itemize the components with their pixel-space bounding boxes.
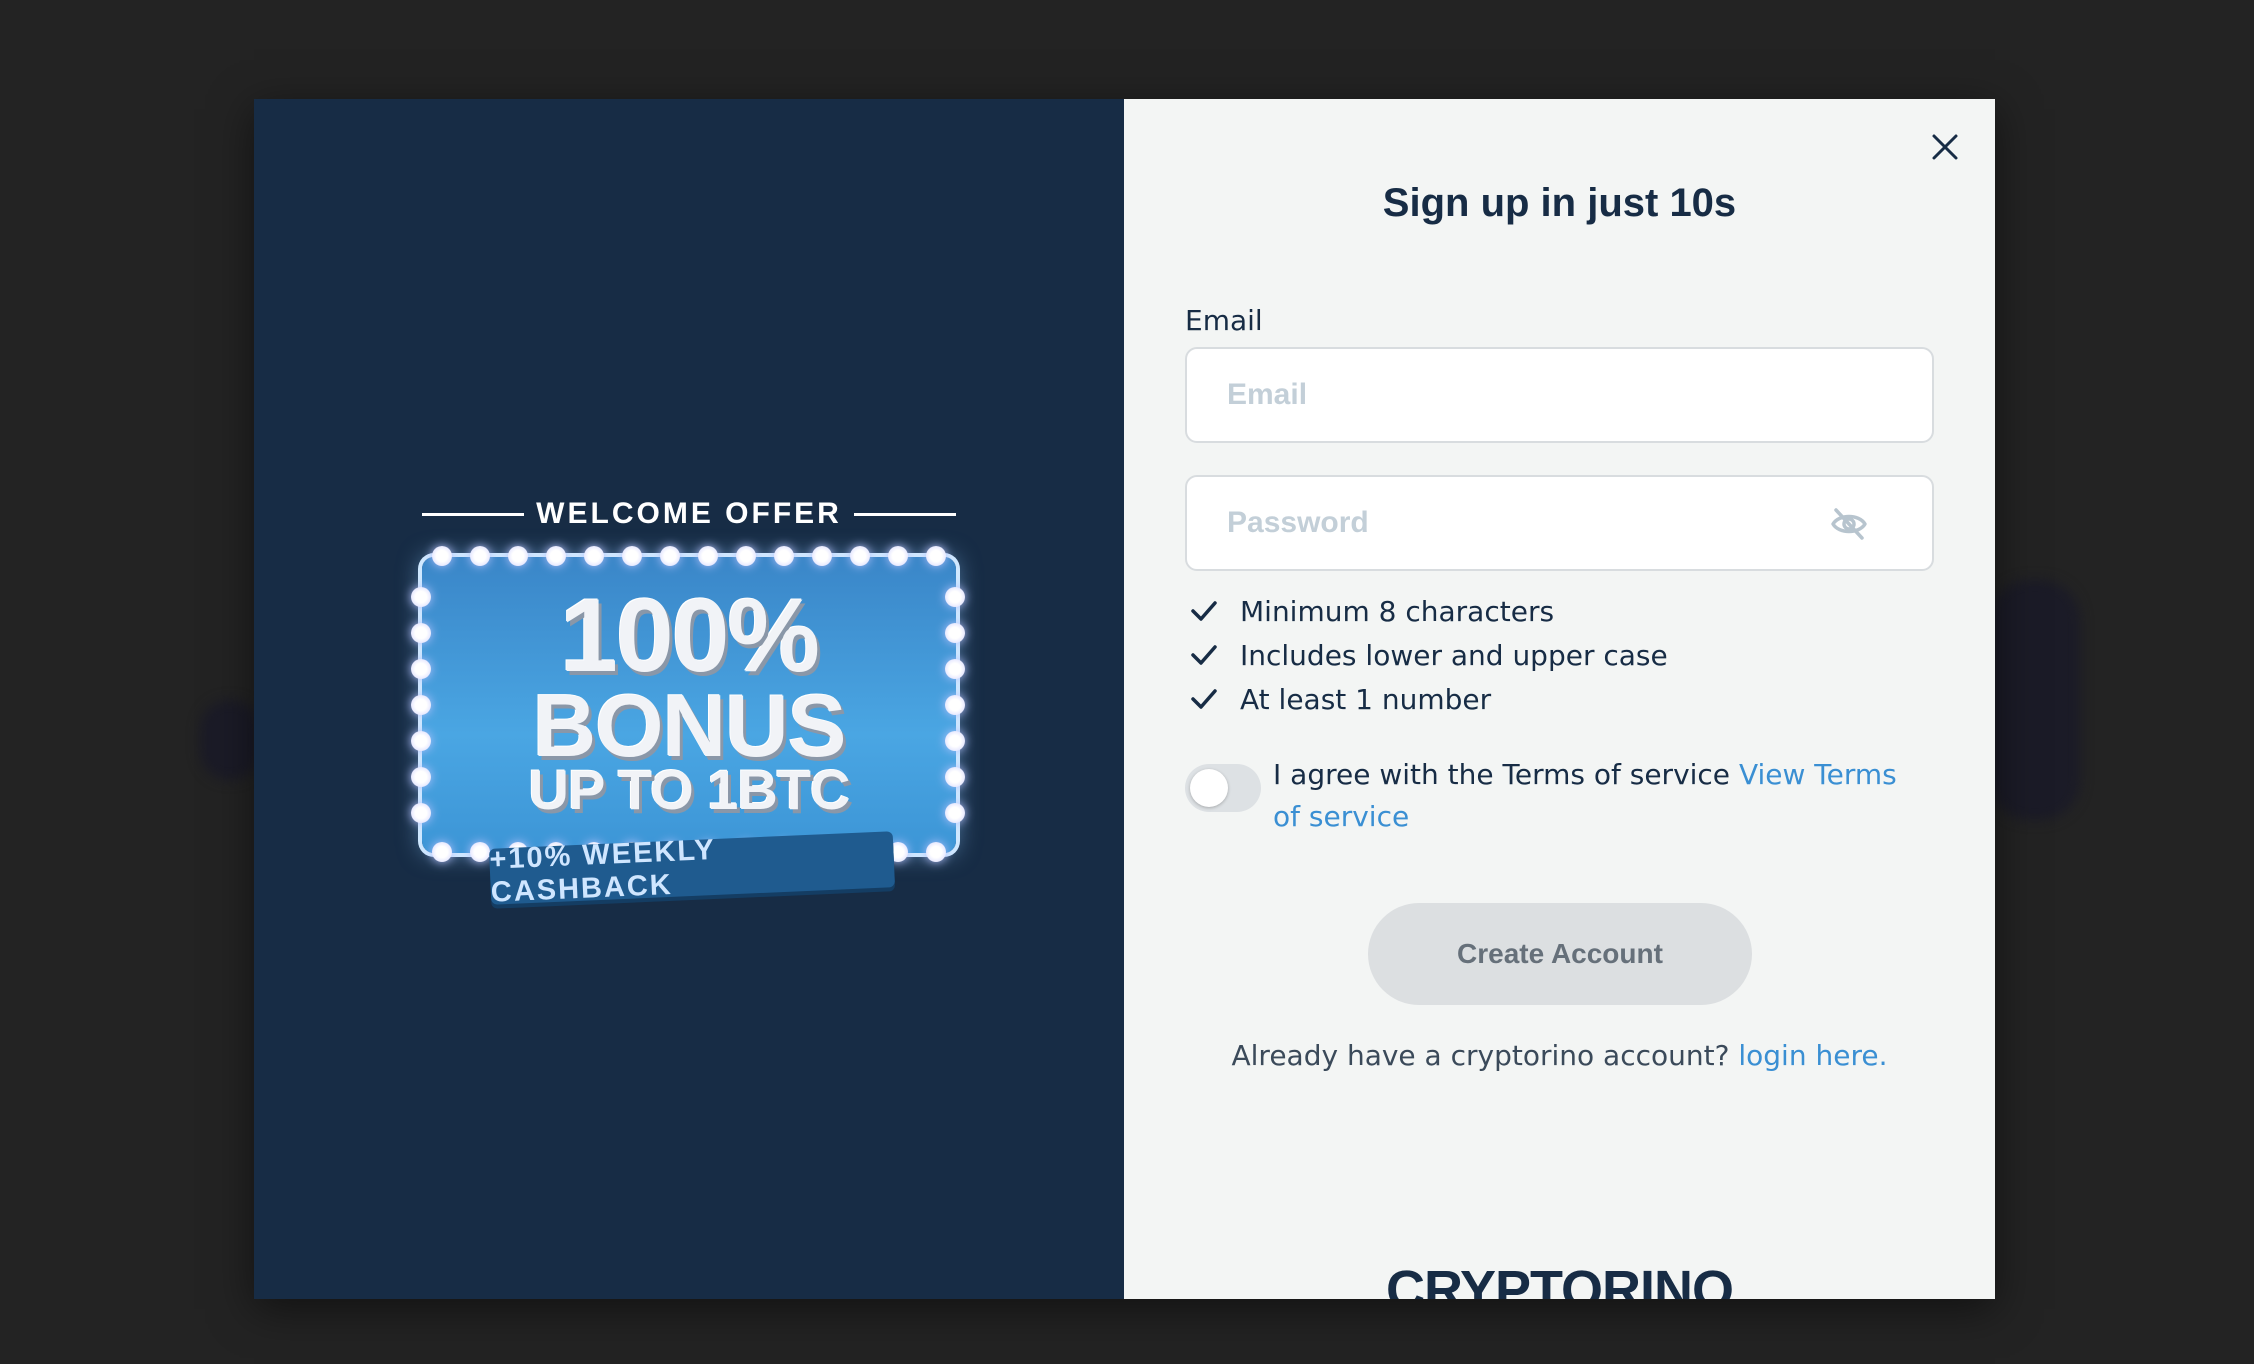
cashback-text: +10% WEEKLY CASHBACK (488, 833, 716, 909)
welcome-offer-heading: WELCOME OFFER (422, 497, 956, 531)
password-rule-text: At least 1 number (1240, 682, 1492, 716)
terms-text-block: I agree with the Terms of service View T… (1273, 754, 1905, 838)
marquee-bulb (508, 546, 528, 566)
heading-divider-left (422, 512, 524, 516)
bonus-limit: UP TO 1BTC (528, 758, 851, 821)
close-icon (1932, 134, 1958, 160)
terms-agreement-text: I agree with the Terms of service (1273, 758, 1731, 791)
marquee-bulb (546, 546, 566, 566)
promo-panel: WELCOME OFFER 100% BONUS UP TO 1BTC +10%… (254, 99, 1124, 1299)
marquee-bulb (432, 842, 452, 862)
password-rule: Includes lower and upper case (1188, 633, 1668, 677)
marquee-bulb (470, 546, 490, 566)
background-blur-block (200, 700, 260, 780)
background-blur-block (1990, 580, 2080, 820)
password-rule-text: Includes lower and upper case (1240, 638, 1668, 672)
marquee-bulb (470, 842, 490, 862)
marquee-bulb (774, 546, 794, 566)
marquee-bulb (888, 546, 908, 566)
signup-modal: WELCOME OFFER 100% BONUS UP TO 1BTC +10%… (254, 99, 1995, 1299)
eye-off-icon[interactable] (1829, 507, 1869, 541)
terms-agreement-row: I agree with the Terms of service View T… (1185, 754, 1905, 838)
form-title: Sign up in just 10s (1382, 181, 1737, 225)
password-rule: At least 1 number (1188, 677, 1668, 721)
cryptorino-logo: CRYPTORINO (1385, 1260, 1734, 1299)
check-icon (1191, 645, 1217, 665)
marquee-bulb (432, 546, 452, 566)
bonus-marquee-card: 100% BONUS UP TO 1BTC +10% WEEKLY CASHBA… (411, 546, 965, 909)
marquee-lights-top (432, 546, 946, 568)
password-rules-list: Minimum 8 characters Includes lower and … (1188, 589, 1668, 721)
password-rule: Minimum 8 characters (1188, 589, 1668, 633)
email-field[interactable] (1185, 347, 1934, 443)
cashback-banner: +10% WEEKLY CASHBACK (489, 831, 896, 909)
marquee-bulb (812, 546, 832, 566)
terms-toggle[interactable] (1185, 764, 1261, 812)
marquee-bulb (926, 842, 946, 862)
marquee-bulb (736, 546, 756, 566)
marquee-bulb (584, 546, 604, 566)
marquee-bulb (660, 546, 680, 566)
login-link[interactable]: login here. (1738, 1039, 1887, 1072)
marquee-bulb (698, 546, 718, 566)
toggle-knob (1190, 769, 1228, 807)
close-button[interactable] (1925, 127, 1965, 167)
login-prompt-row: Already have a cryptorino account? login… (1124, 1039, 1995, 1072)
check-icon (1191, 689, 1217, 709)
marquee-bulb (850, 546, 870, 566)
heading-divider-right (854, 512, 956, 516)
password-rule-text: Minimum 8 characters (1240, 594, 1555, 628)
login-prompt-text: Already have a cryptorino account? (1231, 1039, 1730, 1072)
signup-form-panel: Sign up in just 10s Email Minimum 8 char… (1124, 99, 1995, 1299)
marquee-bulb (926, 546, 946, 566)
welcome-offer-text: WELCOME OFFER (536, 497, 842, 530)
marquee-bulb (622, 546, 642, 566)
email-label: Email (1185, 304, 1263, 337)
create-account-button[interactable]: Create Account (1368, 903, 1752, 1005)
check-icon (1191, 601, 1217, 621)
password-field[interactable] (1185, 475, 1934, 571)
